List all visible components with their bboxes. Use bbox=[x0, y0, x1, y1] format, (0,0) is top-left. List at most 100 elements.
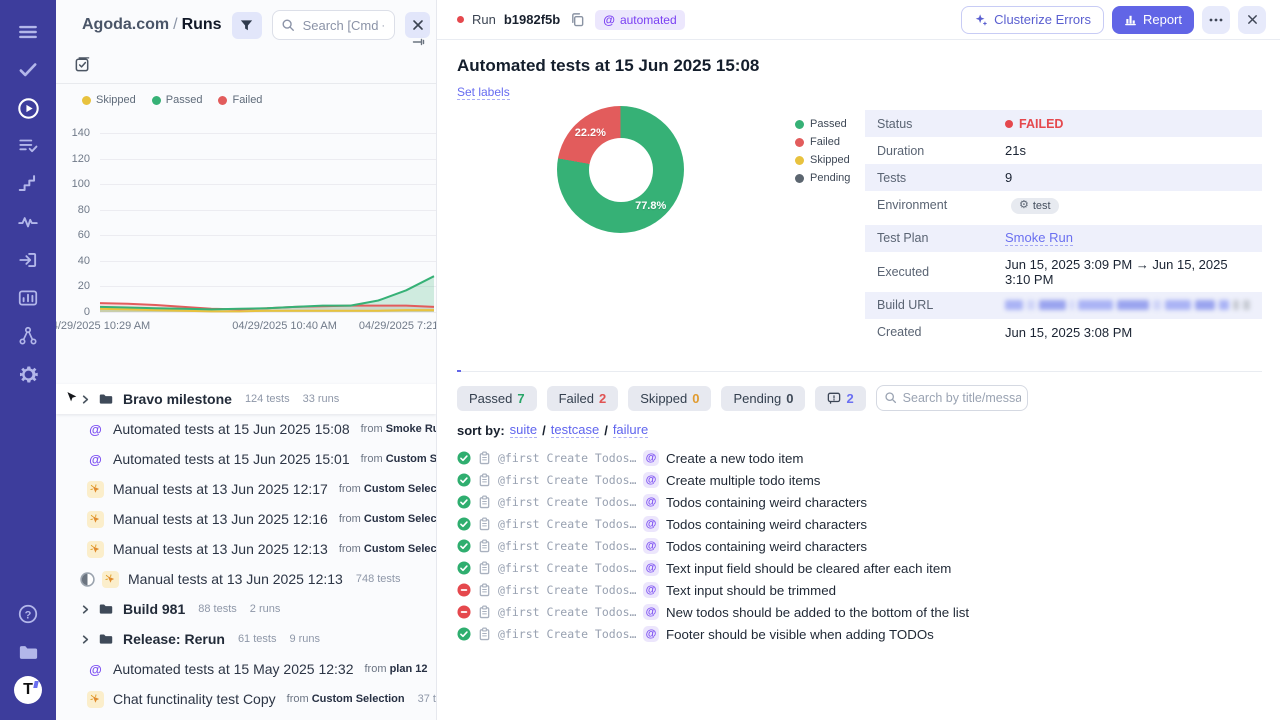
comments-filter-button[interactable]: 2 bbox=[815, 385, 866, 411]
clusterize-errors-button[interactable]: Clusterize Errors bbox=[961, 5, 1104, 34]
test-title[interactable]: Footer should be visible when adding TOD… bbox=[666, 627, 934, 642]
run-source: from Custom Selection bbox=[338, 483, 436, 495]
detail-tab[interactable] bbox=[457, 358, 461, 372]
close-run-button[interactable] bbox=[1238, 5, 1266, 34]
sidebar-item-analytics[interactable] bbox=[10, 280, 46, 316]
chevron-right-icon[interactable] bbox=[80, 604, 91, 615]
run-list-item[interactable]: Build 981 88 tests 2 runs bbox=[56, 594, 436, 624]
run-list-item[interactable]: Chat functinality test Copy from Custom … bbox=[56, 684, 436, 714]
test-suite-path[interactable]: @first Create Todos… bbox=[498, 495, 636, 509]
chevron-right-icon[interactable] bbox=[80, 394, 91, 405]
test-suite-path[interactable]: @first Create Todos… bbox=[498, 517, 636, 531]
sidebar-item-plans[interactable] bbox=[10, 128, 46, 164]
automated-badge[interactable]: @ automated bbox=[595, 9, 685, 30]
chevron-right-icon[interactable] bbox=[80, 634, 91, 645]
in-progress-status-icon bbox=[80, 571, 95, 587]
copy-run-id-button[interactable] bbox=[568, 10, 587, 29]
run-name: Automated tests at 15 Jun 2025 15:01 bbox=[113, 451, 350, 467]
run-list-item[interactable]: @ Automated tests at 15 Jun 2025 15:08 f… bbox=[56, 414, 436, 444]
checklist-icon[interactable] bbox=[74, 56, 91, 73]
sort-by-testcase-link[interactable]: testcase bbox=[550, 422, 600, 438]
test-suite-path[interactable]: @first Create Todos… bbox=[498, 451, 636, 465]
report-button[interactable]: Report bbox=[1111, 5, 1194, 34]
test-list-item[interactable]: @first Create Todos… @ Create a new todo… bbox=[457, 447, 1262, 469]
run-list-item[interactable]: Bravo milestone 124 tests 33 runs bbox=[56, 384, 436, 414]
automated-test-icon: @ bbox=[643, 626, 659, 642]
test-title[interactable]: Todos containing weird characters bbox=[666, 517, 867, 532]
run-list-item[interactable]: @ Automated tests at 15 Jun 2025 15:01 f… bbox=[56, 444, 436, 474]
status-filter-chip[interactable]: Failed 2 bbox=[546, 385, 619, 411]
run-list-item[interactable]: Manual tests at 13 Jun 2025 12:17 from C… bbox=[56, 474, 436, 504]
legend-item: Passed bbox=[151, 94, 202, 106]
legend-label: Passed bbox=[810, 118, 847, 130]
sidebar-item-milestones[interactable] bbox=[10, 166, 46, 202]
help-button[interactable]: ? bbox=[10, 596, 46, 632]
detail-tab[interactable] bbox=[513, 358, 517, 371]
detail-label: Tests bbox=[877, 170, 907, 185]
status-filter-chip[interactable]: Passed 7 bbox=[457, 385, 537, 411]
status-filter-chip[interactable]: Pending 0 bbox=[721, 385, 806, 411]
projects-button[interactable] bbox=[10, 634, 46, 670]
sort-by-failure-link[interactable]: failure bbox=[612, 422, 649, 438]
test-list-item[interactable]: @first Create Todos… @ Todos containing … bbox=[457, 491, 1262, 513]
sidebar-item-settings[interactable] bbox=[10, 356, 46, 392]
run-source: from Smoke Run bbox=[360, 423, 436, 435]
set-labels-link[interactable]: Set labels bbox=[457, 85, 510, 100]
passed-status-icon bbox=[457, 627, 471, 641]
more-actions-button[interactable] bbox=[1202, 5, 1230, 34]
clipboard-icon bbox=[479, 495, 490, 509]
test-title[interactable]: Create multiple todo items bbox=[666, 473, 820, 488]
breadcrumb-project[interactable]: Agoda.com bbox=[82, 16, 169, 33]
runs-panel-close-button[interactable] bbox=[405, 12, 430, 38]
pin-icon[interactable] bbox=[412, 37, 426, 47]
sidebar-item-branches[interactable] bbox=[10, 318, 46, 354]
status-filter-chip[interactable]: Skipped 0 bbox=[628, 385, 712, 411]
run-name: Manual tests at 13 Jun 2025 12:17 bbox=[113, 481, 328, 497]
tests-search-input[interactable] bbox=[875, 385, 1028, 411]
test-list-item[interactable]: @first Create Todos… @ Footer should be … bbox=[457, 623, 1262, 645]
trend-chart-legend: Skipped Passed Failed bbox=[56, 84, 436, 106]
test-suite-path[interactable]: @first Create Todos… bbox=[498, 627, 636, 641]
sidebar-item-import[interactable] bbox=[10, 242, 46, 278]
test-list-item[interactable]: @first Create Todos… @ Text input field … bbox=[457, 557, 1262, 579]
test-suite-path[interactable]: @first Create Todos… bbox=[498, 473, 636, 487]
run-list-item[interactable]: Manual tests at 13 Jun 2025 12:16 from C… bbox=[56, 504, 436, 534]
test-title[interactable]: Text input should be trimmed bbox=[666, 583, 836, 598]
test-list-item[interactable]: @first Create Todos… @ Todos containing … bbox=[457, 535, 1262, 557]
run-list-item[interactable]: Release: Rerun 61 tests 9 runs bbox=[56, 624, 436, 654]
test-suite-path[interactable]: @first Create Todos… bbox=[498, 561, 636, 575]
test-suite-path[interactable]: @first Create Todos… bbox=[498, 605, 636, 619]
run-details-table: Status FAILED Duration 21s Tests 9 Envir… bbox=[865, 110, 1262, 346]
test-title[interactable]: New todos should be added to the bottom … bbox=[666, 605, 969, 620]
run-list-item[interactable]: @ Automated tests at 15 May 2025 12:32 f… bbox=[56, 654, 436, 684]
environment-badge[interactable]: ⚙ test bbox=[1011, 197, 1059, 214]
sidebar-item-tests[interactable] bbox=[10, 52, 46, 88]
test-list-item[interactable]: @first Create Todos… @ New todos should … bbox=[457, 601, 1262, 623]
runs-filter-button[interactable] bbox=[231, 11, 262, 39]
test-title[interactable]: Text input field should be cleared after… bbox=[666, 561, 951, 576]
test-list-item[interactable]: @first Create Todos… @ Todos containing … bbox=[457, 513, 1262, 535]
test-suite-path[interactable]: @first Create Todos… bbox=[498, 539, 636, 553]
test-title[interactable]: Todos containing weird characters bbox=[666, 495, 867, 510]
detail-row-tests: Tests 9 bbox=[865, 164, 1262, 191]
test-plan-link[interactable]: Smoke Run bbox=[1005, 230, 1073, 246]
runs-count: 2 runs bbox=[249, 603, 281, 615]
test-title[interactable]: Create a new todo item bbox=[666, 451, 803, 466]
menu-button[interactable] bbox=[10, 14, 46, 50]
legend-dot-icon bbox=[795, 119, 804, 129]
test-suite-path[interactable]: @first Create Todos… bbox=[498, 583, 636, 597]
detail-tab[interactable] bbox=[485, 358, 489, 371]
brand-logo-button[interactable]: T bbox=[10, 672, 46, 708]
test-title[interactable]: Todos containing weird characters bbox=[666, 539, 867, 554]
sidebar-item-runs[interactable] bbox=[10, 90, 46, 126]
copy-icon bbox=[572, 13, 584, 27]
app-sidebar: ? T bbox=[0, 0, 56, 720]
sidebar-item-pulse[interactable] bbox=[10, 204, 46, 240]
runs-search-input[interactable] bbox=[300, 16, 386, 34]
test-list-item[interactable]: @first Create Todos… @ Create multiple t… bbox=[457, 469, 1262, 491]
automated-run-icon: @ bbox=[89, 661, 102, 677]
sort-by-suite-link[interactable]: suite bbox=[509, 422, 538, 438]
run-list-item[interactable]: Manual tests at 13 Jun 2025 12:13 748 te… bbox=[56, 564, 436, 594]
test-list-item[interactable]: @first Create Todos… @ Text input should… bbox=[457, 579, 1262, 601]
run-list-item[interactable]: Manual tests at 13 Jun 2025 12:13 from C… bbox=[56, 534, 436, 564]
